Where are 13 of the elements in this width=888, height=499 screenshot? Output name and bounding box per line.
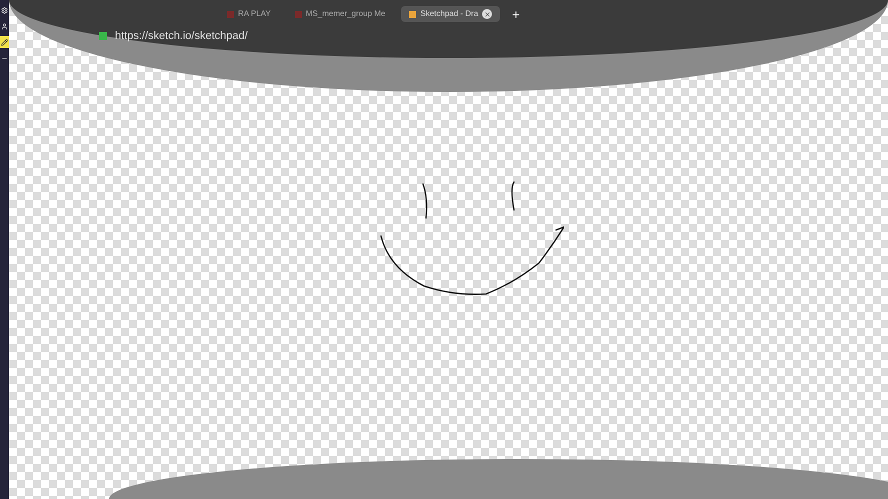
browser-tab[interactable]: Sketchpad - Dra xyxy=(401,6,500,22)
new-tab-button[interactable]: + xyxy=(508,8,524,20)
settings-icon xyxy=(1,6,8,14)
browser-tab[interactable]: RA PLAY xyxy=(219,6,279,22)
address-field[interactable]: https://sketch.io/sketchpad/ xyxy=(115,28,248,44)
browser-tab[interactable]: MS_memer_group Me xyxy=(286,6,394,22)
pencil-icon xyxy=(1,38,8,46)
close-icon[interactable] xyxy=(482,9,492,19)
tab-favicon-icon xyxy=(409,10,416,18)
tab-favicon-icon xyxy=(227,10,234,18)
person-icon xyxy=(1,22,8,30)
tool-button[interactable] xyxy=(0,36,9,48)
tab-favicon-icon xyxy=(294,10,302,18)
